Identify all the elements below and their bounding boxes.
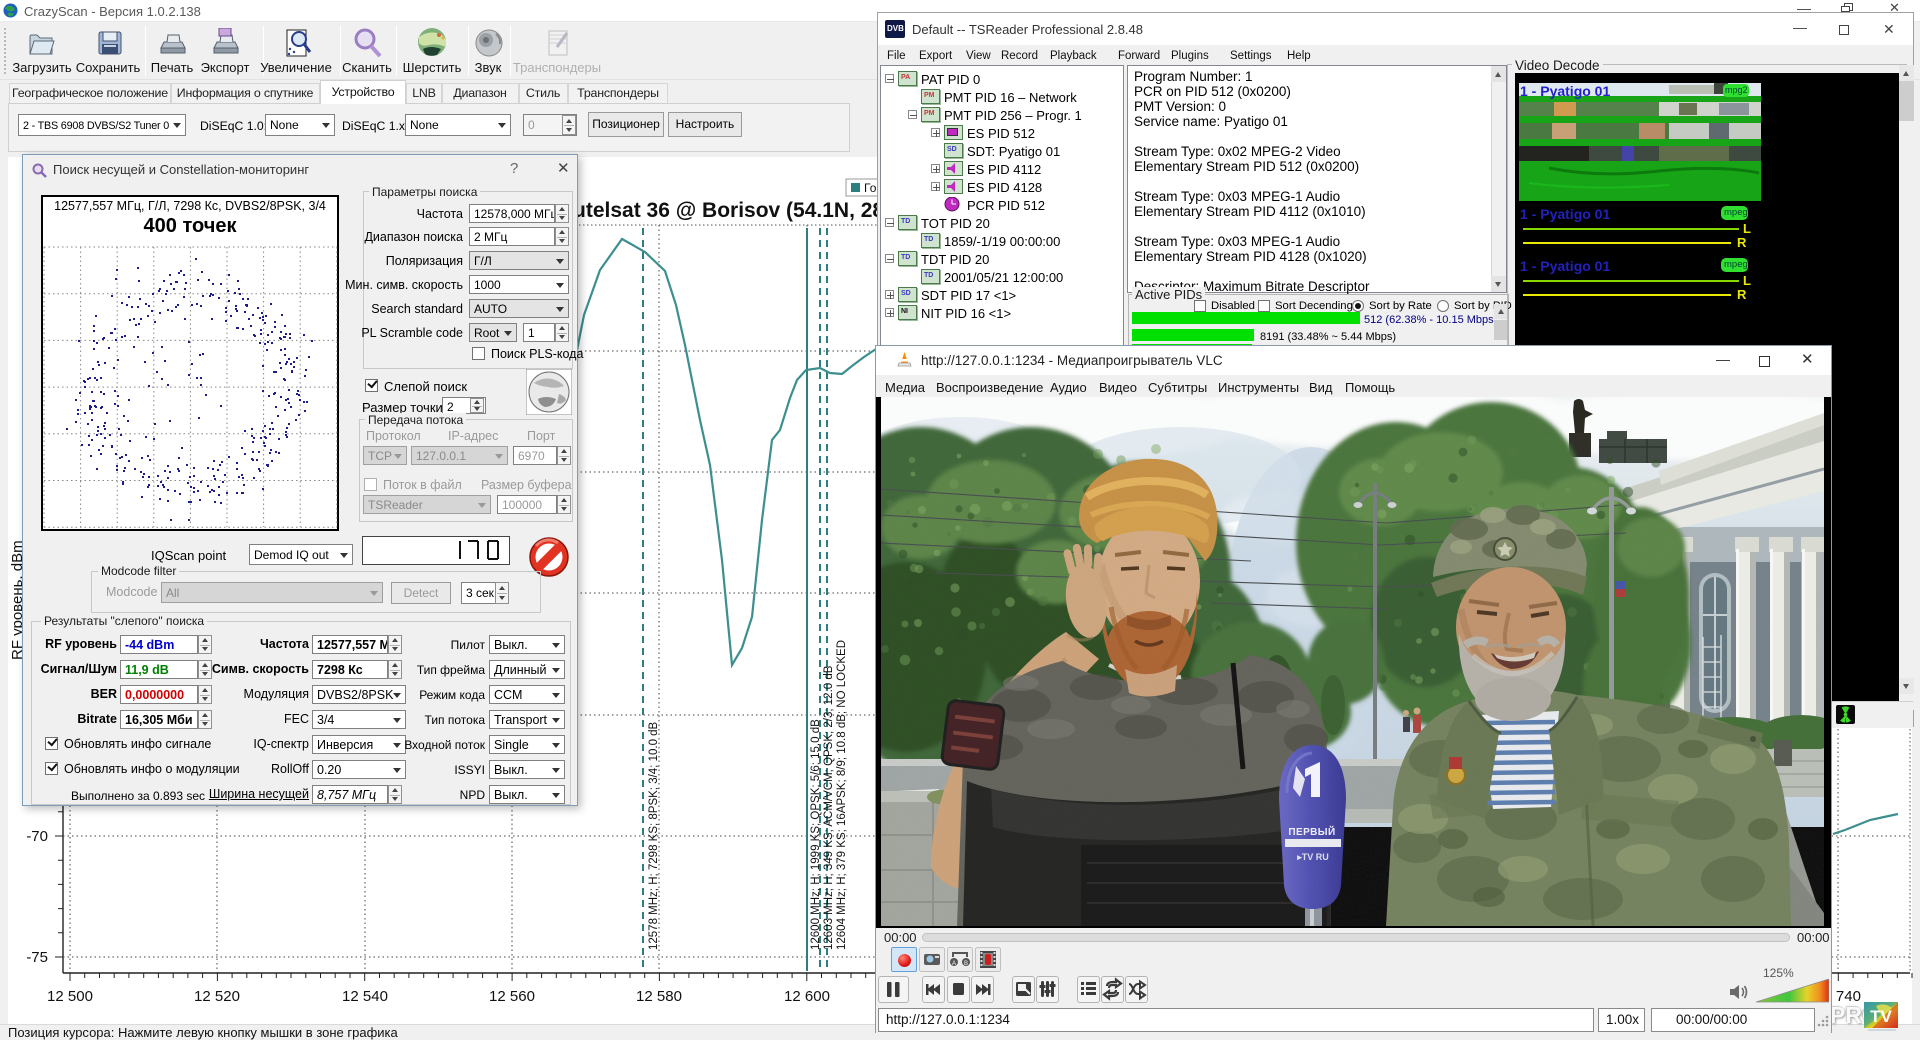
- svg-text:-75: -75: [26, 949, 48, 966]
- svg-text:12600 MHz; H; 1999 KS; QPSK; 5: 12600 MHz; H; 1999 KS; QPSK; 5/6; 15.0 d…: [810, 719, 822, 950]
- svg-text:B: B: [964, 961, 968, 967]
- svg-text:TV: TV: [1870, 1007, 1892, 1026]
- svg-text:A: A: [952, 961, 956, 967]
- svg-text:12 580: 12 580: [636, 988, 682, 1005]
- svg-text:12 520: 12 520: [194, 988, 240, 1005]
- svg-text:12604 MHz; H; 379 KS; 16APSK;: 12604 MHz; H; 379 KS; 16APSK; 8/9; 10.8 …: [836, 640, 848, 950]
- svg-text:12578 MHz; H; 7298 KS; 8PSK; 3: 12578 MHz; H; 7298 KS; 8PSK; 3/4; 10.0 d…: [648, 721, 660, 950]
- svg-text:12 500: 12 500: [47, 988, 93, 1005]
- svg-text:-70: -70: [26, 828, 48, 845]
- svg-text:12603 MHz; H; 349 KS; ACM/VCM;: 12603 MHz; H; 349 KS; ACM/VCM; QPSK; 2/3…: [823, 665, 835, 950]
- svg-text:utelsat 36 @ Borisov (54.1N, 2: utelsat 36 @ Borisov (54.1N, 28: [573, 199, 884, 222]
- svg-text:12 540: 12 540: [342, 988, 388, 1005]
- svg-text:12 560: 12 560: [489, 988, 535, 1005]
- svg-text:12 600: 12 600: [784, 988, 830, 1005]
